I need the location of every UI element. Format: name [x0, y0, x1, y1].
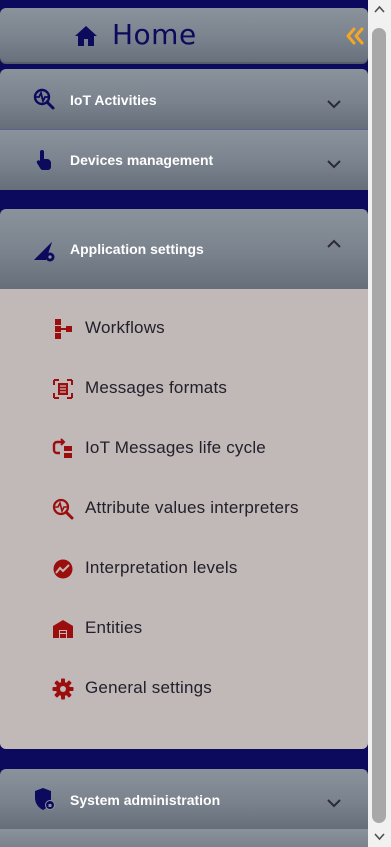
document-frame-icon	[53, 379, 73, 399]
nav-section-system-administration[interactable]: System administration	[0, 769, 368, 829]
shield-lock-icon	[35, 788, 55, 810]
search-wave-icon	[52, 498, 74, 520]
nav-section-application-settings[interactable]: Application settings	[0, 209, 368, 289]
chevron-down-icon	[327, 100, 341, 109]
search-pulse-icon	[33, 88, 55, 110]
chevron-down-icon	[327, 160, 341, 169]
next-section-partial[interactable]	[0, 829, 368, 847]
submenu-item-attribute-values-interpreters[interactable]: Attribute values interpreters	[0, 489, 368, 529]
vertical-scrollbar[interactable]	[368, 0, 391, 847]
nav-section-label: Application settings	[70, 241, 204, 257]
settings-triangle-icon	[34, 242, 55, 262]
scroll-down-arrow-icon[interactable]	[373, 832, 386, 842]
nav-section-devices-management[interactable]: Devices management	[0, 130, 368, 190]
submenu-item-label: Entities	[85, 618, 143, 637]
chart-badge-icon	[53, 559, 73, 579]
submenu-item-label: Interpretation levels	[85, 558, 238, 577]
nav-section-label: Devices management	[70, 152, 214, 168]
submenu-item-general-settings[interactable]: General settings	[0, 669, 368, 709]
submenu-item-label: General settings	[85, 678, 212, 697]
submenu-item-entities[interactable]: Entities	[0, 609, 368, 649]
submenu-item-iot-messages-life-cycle[interactable]: IoT Messages life cycle	[0, 429, 368, 469]
cycle-icon	[52, 438, 72, 458]
chevron-down-icon	[327, 799, 341, 808]
submenu-item-workflows[interactable]: Workflows	[0, 309, 368, 349]
submenu-item-label: Attribute values interpreters	[85, 498, 299, 517]
scrollbar-thumb[interactable]	[372, 28, 386, 823]
gear-icon	[52, 678, 74, 700]
submenu-item-label: Workflows	[85, 318, 165, 337]
chevron-up-icon	[327, 239, 341, 248]
nav-section-iot-activities[interactable]: IoT Activities	[0, 69, 368, 129]
touch-hand-icon	[36, 150, 51, 171]
warehouse-icon	[53, 620, 73, 638]
submenu-item-messages-formats[interactable]: Messages formats	[0, 369, 368, 409]
submenu-item-label: IoT Messages life cycle	[85, 438, 266, 457]
scroll-up-arrow-icon[interactable]	[373, 4, 386, 14]
collapse-sidebar-icon[interactable]	[345, 26, 365, 46]
home-label: Home	[112, 18, 197, 51]
submenu-item-interpretation-levels[interactable]: Interpretation levels	[0, 549, 368, 589]
application-settings-submenu: Workflows Messages formats IoT Messages …	[0, 289, 368, 749]
workflow-icon	[55, 319, 72, 339]
nav-section-label: System administration	[70, 792, 221, 808]
nav-section-label: IoT Activities	[70, 92, 157, 108]
home-icon	[75, 26, 97, 46]
home-button[interactable]: Home	[0, 8, 368, 64]
submenu-item-label: Messages formats	[85, 378, 228, 397]
